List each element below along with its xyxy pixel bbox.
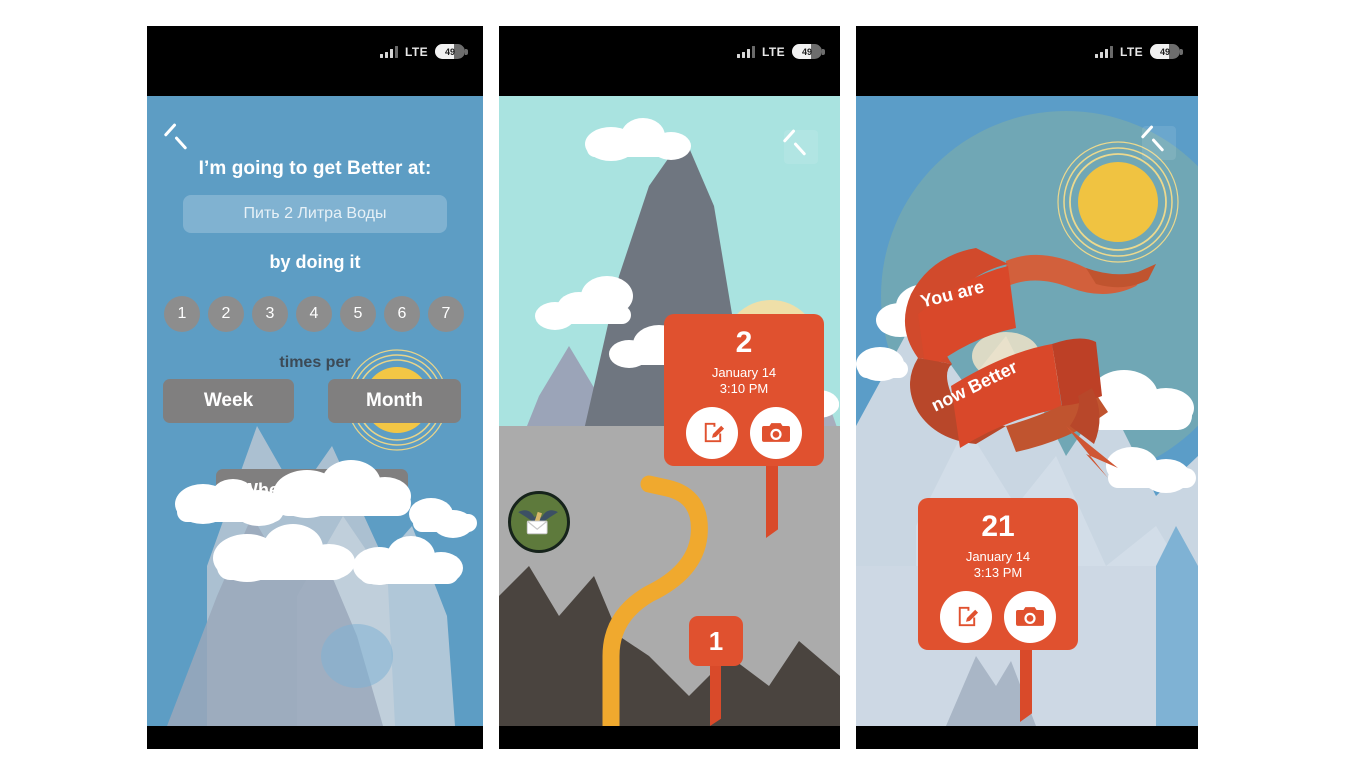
screenshot-stage: LTE 49 I’m going to get Better at: Пить … [0,0,1352,773]
marker-date: January 14 [711,365,777,380]
signal-bars-icon [737,45,756,58]
celebration-background: You are now Better 21 January 14 3:13 PM [856,96,1198,726]
back-chevron-icon[interactable] [165,124,191,150]
marker-count: 2 [735,326,753,359]
battery-icon: 49 [435,44,468,59]
note-edit-icon[interactable] [940,590,992,643]
network-label: LTE [405,44,428,59]
camera-icon[interactable] [750,406,802,459]
marker-count: 1 [708,626,724,656]
battery-level: 49 [1159,46,1170,57]
status-bar: LTE 49 [499,26,840,96]
home-indicator-bar [856,726,1198,749]
phone-frame-3: LTE 49 You are now Better 21 January 14 … [856,26,1198,749]
phone-frame-2: LTE 49 2 January 14 3:10 PM 1 [499,26,840,749]
screen-celebration: You are now Better 21 January 14 3:13 PM [856,96,1198,726]
battery-level: 49 [444,46,455,57]
marker-post [766,466,778,538]
battery-level: 49 [801,46,812,57]
network-label: LTE [762,44,785,59]
status-bar: LTE 49 [147,26,483,96]
signal-bars-icon [1095,45,1114,58]
battery-icon: 49 [792,44,825,59]
home-indicator-bar [499,726,840,749]
goal-setup-background: I’m going to get Better at: Пить 2 Литра… [147,96,483,726]
camera-icon[interactable] [1004,590,1056,643]
trail-marker-small[interactable]: 1 [689,616,743,726]
back-chevron-icon[interactable] [1142,126,1176,160]
marker-date: January 14 [965,549,1031,564]
phone-frame-1: LTE 49 I’m going to get Better at: Пить … [147,26,483,749]
marker-time: 3:13 PM [973,565,1023,581]
home-indicator-bar [147,726,483,749]
back-chevron-icon[interactable] [784,130,818,164]
note-edit-icon[interactable] [686,406,738,459]
marker-post [710,666,721,726]
cloud-icon [175,460,477,585]
trail-marker-card[interactable]: 2 January 14 3:10 PM [664,314,824,538]
marker-time: 3:10 PM [719,381,769,397]
bird-mail-badge-icon[interactable] [508,491,570,553]
network-label: LTE [1120,44,1143,59]
marker-post [1020,650,1032,722]
marker-count: 21 [981,510,1015,543]
status-bar: LTE 49 [856,26,1198,96]
achievement-marker-card[interactable]: 21 January 14 3:13 PM [918,498,1078,722]
screen-goal-setup: I’m going to get Better at: Пить 2 Литра… [147,96,483,726]
trail-background: 2 January 14 3:10 PM 1 [499,96,840,726]
screen-progress-trail: 2 January 14 3:10 PM 1 [499,96,840,726]
signal-bars-icon [380,45,399,58]
battery-icon: 49 [1150,44,1183,59]
